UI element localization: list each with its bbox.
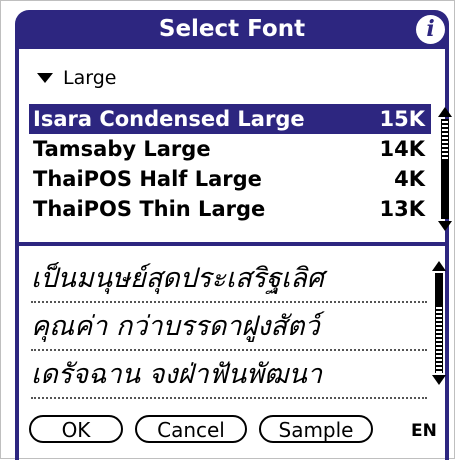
divider bbox=[19, 242, 445, 246]
font-name: ThaiPOS Thin Large bbox=[33, 197, 266, 221]
sample-line: เดรัจฉาน จงฝ่าฟันพัฒนา bbox=[31, 355, 427, 399]
sample-line: เป็นมนุษย์สุดประเสริฐเลิศ bbox=[31, 259, 427, 303]
scroll-track[interactable] bbox=[435, 273, 443, 373]
font-list: Isara Condensed Large 15K Tamsaby Large … bbox=[29, 104, 431, 224]
cancel-button[interactable]: Cancel bbox=[135, 415, 247, 443]
font-list-item[interactable]: ThaiPOS Half Large 4K bbox=[29, 164, 431, 194]
dialog-title: Select Font bbox=[158, 16, 306, 42]
ok-button[interactable]: OK bbox=[29, 415, 123, 443]
font-size: 13K bbox=[379, 197, 426, 221]
scroll-down-arrow-icon[interactable] bbox=[438, 221, 452, 231]
font-size: 15K bbox=[379, 107, 426, 131]
button-bar: OK Cancel Sample bbox=[29, 412, 385, 446]
scroll-thumb[interactable] bbox=[441, 159, 449, 219]
font-name: Tamsaby Large bbox=[33, 137, 211, 161]
font-name: Isara Condensed Large bbox=[33, 107, 305, 131]
title-bar: Select Font i bbox=[15, 10, 449, 49]
scroll-track[interactable] bbox=[441, 119, 449, 219]
select-font-dialog: Select Font i Large Isara Condensed Larg… bbox=[0, 0, 455, 460]
font-list-item[interactable]: Isara Condensed Large 15K bbox=[29, 104, 431, 134]
category-label: Large bbox=[63, 67, 117, 89]
font-size: 14K bbox=[379, 137, 426, 161]
sample-button[interactable]: Sample bbox=[259, 415, 373, 443]
scroll-up-arrow-icon[interactable] bbox=[438, 107, 452, 117]
scroll-down-arrow-icon[interactable] bbox=[432, 375, 446, 385]
scroll-up-arrow-icon[interactable] bbox=[432, 261, 446, 271]
font-size: 4K bbox=[394, 167, 425, 191]
font-list-scrollbar[interactable] bbox=[437, 107, 453, 231]
sample-line: คุณค่า กว่าบรรดาฝูงสัตว์ bbox=[31, 307, 427, 351]
sample-scrollbar[interactable] bbox=[431, 261, 447, 385]
sample-text-area: เป็นมนุษย์สุดประเสริฐเลิศ คุณค่า กว่าบรร… bbox=[31, 259, 427, 403]
category-popup-trigger[interactable]: Large bbox=[37, 65, 116, 91]
triangle-down-icon bbox=[37, 73, 53, 83]
font-list-item[interactable]: ThaiPOS Thin Large 13K bbox=[29, 194, 431, 224]
dialog-border-left bbox=[15, 49, 19, 460]
font-list-item[interactable]: Tamsaby Large 14K bbox=[29, 134, 431, 164]
info-icon[interactable]: i bbox=[416, 15, 445, 44]
scroll-thumb[interactable] bbox=[435, 273, 443, 305]
language-indicator[interactable]: EN bbox=[411, 421, 437, 441]
font-name: ThaiPOS Half Large bbox=[33, 167, 262, 191]
